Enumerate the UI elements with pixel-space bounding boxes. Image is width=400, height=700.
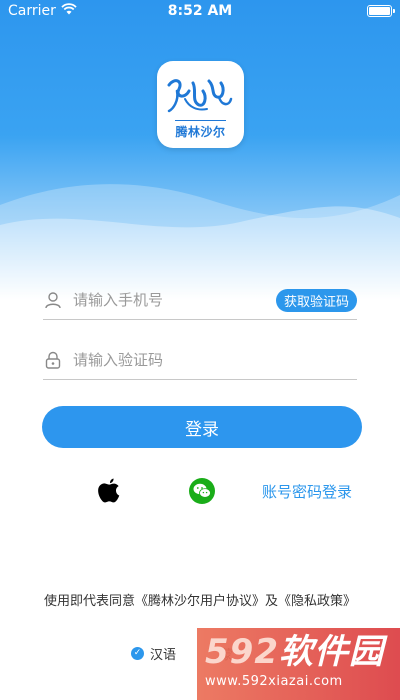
code-field <box>43 340 357 380</box>
wechat-icon[interactable] <box>189 478 215 504</box>
user-icon <box>43 290 63 310</box>
privacy-policy-link[interactable]: 《隐私政策》 <box>278 594 356 609</box>
hero-background <box>0 0 400 300</box>
language-option-label: 汉语 <box>150 648 177 663</box>
status-time: 8:52 AM <box>167 3 233 19</box>
battery-icon <box>367 5 395 17</box>
agreement-conjunction: 及 <box>265 594 279 609</box>
watermark-brand: 592软件园 <box>205 632 392 672</box>
logo-caption: 腾林沙尔 <box>175 120 226 140</box>
apple-icon[interactable] <box>97 478 121 504</box>
agreement-text: 使用即代表同意《腾林沙尔用户协议》及《隐私政策》 <box>0 590 400 609</box>
password-login-link[interactable]: 账号密码登录 <box>262 481 352 502</box>
get-code-button[interactable]: 获取验证码 <box>275 289 357 312</box>
lock-icon <box>43 350 63 370</box>
watermark-url: www.592xiazai.com <box>205 674 343 689</box>
mongolian-script-icon <box>167 79 233 113</box>
login-button[interactable]: 登录 <box>42 406 362 448</box>
code-input[interactable] <box>73 340 357 379</box>
agreement-prefix: 使用即代表同意 <box>43 594 135 609</box>
app-logo: 腾林沙尔 <box>157 61 244 148</box>
watermark-number: 592 <box>205 632 279 672</box>
battery-fill <box>369 7 390 15</box>
user-agreement-link[interactable]: 《腾林沙尔用户协议》 <box>135 594 265 609</box>
phone-field: 获取验证码 <box>43 280 357 320</box>
watermark-text: 软件园 <box>278 632 384 672</box>
status-bar: Carrier 8:52 AM <box>0 0 400 22</box>
check-icon: ✓ <box>131 647 144 660</box>
language-option-chinese[interactable]: ✓ 汉语 <box>131 644 176 663</box>
watermark: 592软件园 www.592xiazai.com <box>197 628 400 700</box>
